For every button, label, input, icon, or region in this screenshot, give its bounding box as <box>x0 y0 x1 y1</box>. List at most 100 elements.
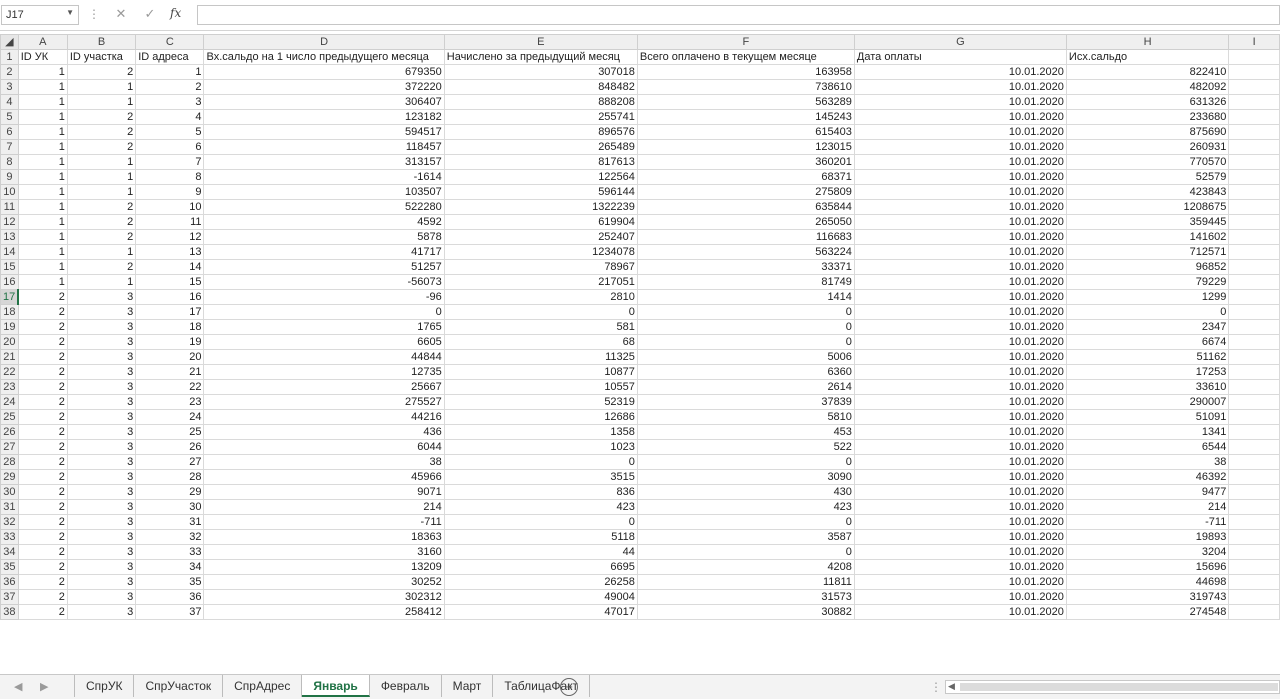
chevron-down-icon[interactable]: ▼ <box>66 8 74 17</box>
table-cell[interactable] <box>1228 109 1280 125</box>
table-cell[interactable]: 51162 <box>1065 349 1230 365</box>
next-sheet-icon[interactable]: ▶ <box>40 680 48 693</box>
table-cell[interactable]: 3 <box>66 319 137 335</box>
table-cell[interactable]: 2 <box>17 499 68 515</box>
table-cell[interactable]: 15696 <box>1065 559 1230 575</box>
table-cell[interactable]: 1 <box>66 94 137 110</box>
table-cell[interactable]: 2 <box>17 604 68 620</box>
table-cell[interactable]: 24 <box>135 409 205 425</box>
table-cell[interactable]: 10.01.2020 <box>853 484 1067 500</box>
row-header[interactable]: 19 <box>0 319 19 335</box>
table-cell[interactable]: 10.01.2020 <box>853 109 1067 125</box>
table-cell[interactable]: 116683 <box>636 229 855 245</box>
table-cell[interactable]: 1 <box>66 169 137 185</box>
table-cell[interactable]: 6 <box>135 139 205 155</box>
name-box[interactable]: J17 ▼ <box>1 5 79 25</box>
row-header[interactable]: 33 <box>0 529 19 545</box>
column-header-h[interactable]: H <box>1065 34 1230 50</box>
table-cell[interactable]: 10.01.2020 <box>853 424 1067 440</box>
table-cell[interactable]: 1 <box>66 184 137 200</box>
table-cell[interactable]: 79229 <box>1065 274 1230 290</box>
table-cell[interactable]: 10.01.2020 <box>853 304 1067 320</box>
table-cell[interactable]: 0 <box>1065 304 1230 320</box>
table-cell[interactable]: 1765 <box>203 319 445 335</box>
sheet-tab[interactable]: Январь <box>302 675 370 697</box>
table-cell[interactable]: 2 <box>17 589 68 605</box>
table-cell[interactable]: 2 <box>17 454 68 470</box>
table-cell[interactable] <box>1228 304 1280 320</box>
table-cell[interactable]: 3 <box>66 544 137 560</box>
table-cell[interactable] <box>1228 319 1280 335</box>
row-header[interactable]: 24 <box>0 394 19 410</box>
table-cell[interactable]: 19893 <box>1065 529 1230 545</box>
table-cell[interactable]: 3 <box>135 94 205 110</box>
table-cell[interactable]: 6044 <box>203 439 445 455</box>
table-cell[interactable]: 712571 <box>1065 244 1230 260</box>
table-cell[interactable]: 35 <box>135 574 205 590</box>
table-cell[interactable]: 372220 <box>203 79 445 95</box>
table-cell[interactable]: 1 <box>66 274 137 290</box>
table-cell[interactable]: 214 <box>203 499 445 515</box>
table-cell[interactable]: 265050 <box>636 214 855 230</box>
row-header[interactable]: 21 <box>0 349 19 365</box>
table-cell[interactable]: 25667 <box>203 379 445 395</box>
table-cell[interactable]: 0 <box>636 319 855 335</box>
row-header[interactable]: 1 <box>0 49 19 65</box>
table-cell[interactable]: 2 <box>17 304 68 320</box>
table-cell[interactable] <box>1228 334 1280 350</box>
table-cell[interactable]: 1 <box>17 169 68 185</box>
cell-header-oplacheno[interactable]: Всего оплачено в текущем месяце <box>636 49 855 65</box>
table-cell[interactable]: 1 <box>17 229 68 245</box>
table-cell[interactable]: 1 <box>17 154 68 170</box>
table-cell[interactable]: 5878 <box>203 229 445 245</box>
table-cell[interactable]: 10.01.2020 <box>853 394 1067 410</box>
table-cell[interactable]: 52319 <box>443 394 638 410</box>
table-cell[interactable]: 615403 <box>636 124 855 140</box>
table-cell[interactable]: 3 <box>66 589 137 605</box>
row-header[interactable]: 36 <box>0 574 19 590</box>
table-cell[interactable]: 2 <box>66 124 137 140</box>
table-cell[interactable]: 37839 <box>636 394 855 410</box>
table-cell[interactable]: 1341 <box>1065 424 1230 440</box>
table-cell[interactable]: 3 <box>66 304 137 320</box>
table-cell[interactable]: 141602 <box>1065 229 1230 245</box>
row-header[interactable]: 9 <box>0 169 19 185</box>
table-cell[interactable]: 3090 <box>636 469 855 485</box>
table-cell[interactable]: 423843 <box>1065 184 1230 200</box>
table-cell[interactable]: 78967 <box>443 259 638 275</box>
table-cell[interactable]: 848482 <box>443 79 638 95</box>
table-cell[interactable]: 888208 <box>443 94 638 110</box>
table-cell[interactable]: -711 <box>203 514 445 530</box>
table-cell[interactable]: 122564 <box>443 169 638 185</box>
table-cell[interactable]: 2 <box>17 544 68 560</box>
table-cell[interactable]: 32 <box>135 529 205 545</box>
row-header[interactable]: 4 <box>0 94 19 110</box>
table-cell[interactable]: 0 <box>203 304 445 320</box>
row-header[interactable]: 22 <box>0 364 19 380</box>
row-header[interactable]: 17 <box>0 289 20 305</box>
table-cell[interactable]: 38 <box>1065 454 1230 470</box>
table-cell[interactable] <box>1228 259 1280 275</box>
table-cell[interactable]: 1 <box>17 64 68 80</box>
table-cell[interactable]: 19 <box>135 334 205 350</box>
table-cell[interactable]: 18 <box>135 319 205 335</box>
sheet-tab[interactable]: СпрУК <box>74 675 135 697</box>
table-cell[interactable]: -56073 <box>203 274 445 290</box>
table-cell[interactable] <box>1228 244 1280 260</box>
table-cell[interactable]: 123015 <box>636 139 855 155</box>
table-cell[interactable]: 9 <box>135 184 205 200</box>
row-header[interactable]: 20 <box>0 334 19 350</box>
table-cell[interactable]: 51091 <box>1065 409 1230 425</box>
table-cell[interactable]: 1023 <box>443 439 638 455</box>
table-cell[interactable]: 1 <box>17 184 68 200</box>
row-header[interactable]: 29 <box>0 469 19 485</box>
table-cell[interactable] <box>1228 364 1280 380</box>
table-cell[interactable] <box>1228 169 1280 185</box>
table-cell[interactable]: 34 <box>135 559 205 575</box>
scroll-thumb[interactable] <box>960 683 1278 691</box>
table-cell[interactable]: 1 <box>17 109 68 125</box>
table-cell[interactable]: 2 <box>17 334 68 350</box>
table-cell[interactable]: 3 <box>66 364 137 380</box>
table-cell[interactable]: 0 <box>636 334 855 350</box>
row-header[interactable]: 25 <box>0 409 19 425</box>
